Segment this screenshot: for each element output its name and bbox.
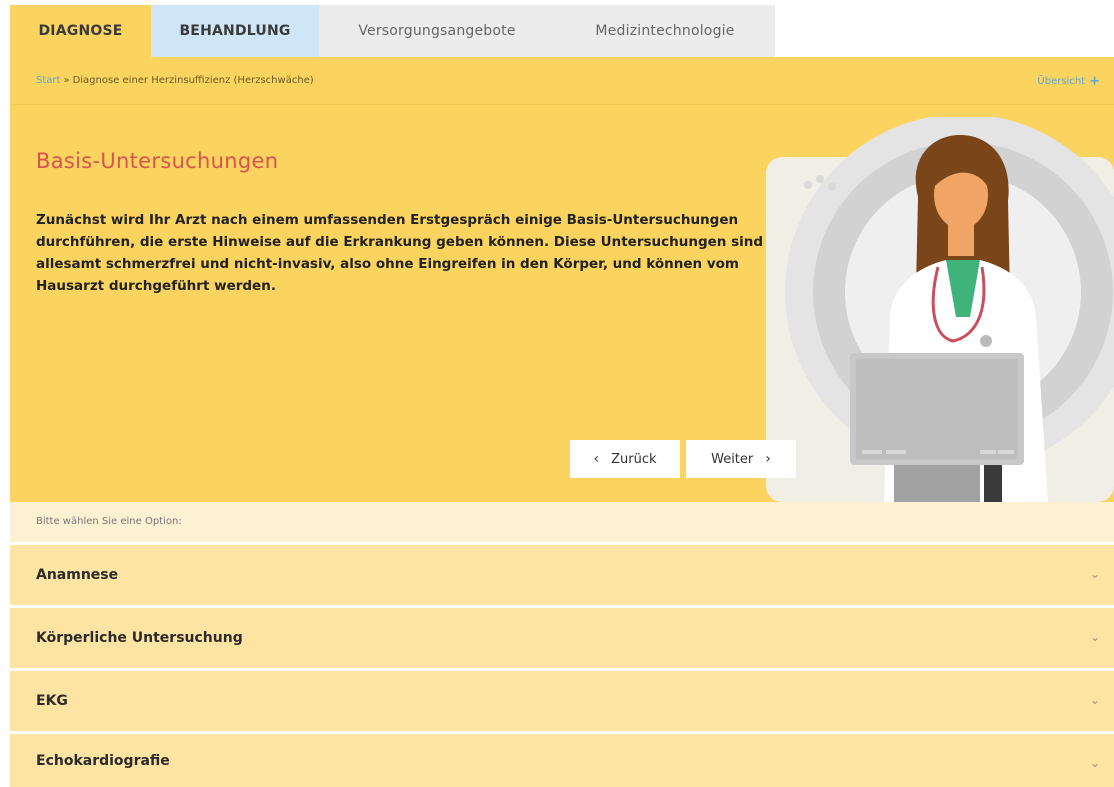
breadcrumb-start-link[interactable]: Start	[36, 75, 60, 86]
chevron-down-icon: ⌄	[1089, 630, 1100, 644]
plus-icon: +	[1089, 74, 1100, 89]
next-button-label: Weiter	[711, 451, 754, 467]
page: DIAGNOSE BEHANDLUNG Versorgungsangebote …	[10, 0, 1114, 787]
next-button[interactable]: Weiter ›	[686, 440, 796, 478]
breadcrumb: Start » Diagnose einer Herzinsuffizienz …	[10, 57, 1114, 105]
hero-section: Basis-Untersuchungen Zunächst wird Ihr A…	[10, 105, 1114, 502]
tab-behandlung[interactable]: BEHANDLUNG	[151, 5, 319, 57]
doctor-illustration	[766, 117, 1114, 502]
option-label: Anamnese	[36, 567, 119, 583]
option-label: EKG	[36, 693, 68, 709]
option-label: Körperliche Untersuchung	[36, 630, 243, 646]
tab-medizintechnologie[interactable]: Medizintechnologie	[555, 5, 775, 57]
option-ekg[interactable]: EKG ⌄	[10, 671, 1114, 731]
tab-diagnose[interactable]: DIAGNOSE	[10, 5, 151, 57]
chevron-left-icon: ‹	[593, 451, 600, 467]
back-button-label: Zurück	[611, 451, 657, 467]
breadcrumb-current: Diagnose einer Herzinsuffizienz (Herzsch…	[72, 75, 314, 86]
breadcrumb-separator: »	[63, 75, 70, 86]
option-label: Echokardiografie	[36, 752, 170, 769]
chevron-right-icon: ›	[765, 451, 771, 467]
chevron-down-icon: ⌄	[1089, 567, 1100, 581]
option-koerperliche-untersuchung[interactable]: Körperliche Untersuchung ⌄	[10, 608, 1114, 668]
overview-label: Übersicht	[1037, 76, 1086, 87]
option-anamnese[interactable]: Anamnese ⌄	[10, 545, 1114, 605]
main-tabs: DIAGNOSE BEHANDLUNG Versorgungsangebote …	[10, 5, 775, 57]
option-echokardiografie[interactable]: Echokardiografie ⌄	[10, 734, 1114, 787]
back-button[interactable]: ‹ Zurück	[570, 440, 680, 478]
overview-link[interactable]: Übersicht +	[1037, 74, 1100, 89]
chevron-down-icon: ⌄	[1089, 693, 1100, 707]
hero-description: Zunächst wird Ihr Arzt nach einem umfass…	[36, 212, 764, 294]
chevron-down-icon: ⌄	[1089, 756, 1100, 770]
page-title: Basis-Untersuchungen	[36, 149, 279, 173]
tab-versorgungsangebote[interactable]: Versorgungsangebote	[319, 5, 555, 57]
options-prompt: Bitte wählen Sie eine Option:	[10, 502, 1114, 542]
